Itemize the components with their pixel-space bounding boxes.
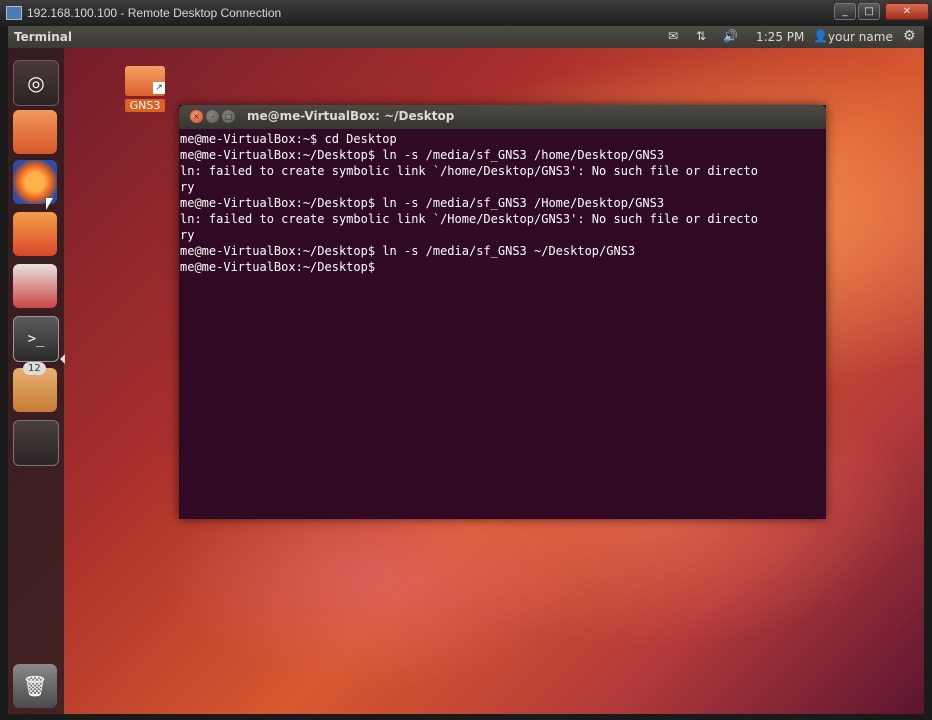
- terminal-launcher-icon[interactable]: >_: [13, 316, 59, 362]
- desktop-icon-label: GNS3: [125, 99, 165, 112]
- close-button[interactable]: ×: [190, 110, 203, 123]
- trash-can-icon: 🗑: [22, 674, 48, 698]
- network-icon[interactable]: ⇅: [696, 29, 706, 43]
- clock[interactable]: 1:25 PM: [756, 30, 804, 44]
- rdp-maximize-button[interactable]: □: [858, 3, 880, 20]
- active-app-indicator: [60, 354, 65, 364]
- software-center-icon[interactable]: [13, 212, 57, 256]
- mouse-cursor-icon: [46, 198, 53, 210]
- maximize-button[interactable]: □: [222, 110, 235, 123]
- volume-icon[interactable]: 🔊: [723, 29, 738, 43]
- terminal-line: me@me-VirtualBox:~$ cd Desktop: [180, 132, 397, 146]
- user-name[interactable]: your name: [828, 30, 893, 44]
- power-gear-icon[interactable]: ⚙: [903, 28, 916, 44]
- user-icon[interactable]: 👤: [813, 29, 828, 43]
- mail-icon[interactable]: ✉: [668, 29, 678, 43]
- active-app-name: Terminal: [14, 30, 73, 44]
- workspace-switcher-icon[interactable]: [13, 420, 59, 466]
- unity-launcher: ◎ >_ 12 🗑: [8, 48, 65, 714]
- terminal-line: ry: [180, 180, 195, 194]
- terminal-line: ln: failed to create symbolic link `/Hom…: [180, 212, 758, 226]
- system-settings-icon[interactable]: [13, 264, 57, 308]
- terminal-line: me@me-VirtualBox:~/Desktop$ ln -s /media…: [180, 244, 636, 258]
- remote-desktop-icon: [6, 6, 22, 20]
- desktop-gns3-link[interactable]: ↗ GNS3: [123, 66, 167, 118]
- trash-icon[interactable]: 🗑: [13, 664, 57, 708]
- terminal-line: ry: [180, 228, 195, 242]
- files-folder-icon[interactable]: [13, 110, 57, 154]
- terminal-output[interactable]: me@me-VirtualBox:~$ cd Desktop me@me-Vir…: [180, 131, 825, 517]
- terminal-line: me@me-VirtualBox:~/Desktop$ ln -s /media…: [180, 148, 665, 162]
- terminal-title-bar[interactable]: × – □ me@me-VirtualBox: ~/Desktop: [179, 105, 826, 129]
- terminal-prompt-line: me@me-VirtualBox:~/Desktop$: [180, 260, 376, 274]
- rdp-window-title: 192.168.100.100 - Remote Desktop Connect…: [27, 6, 282, 20]
- minimize-button[interactable]: –: [206, 110, 219, 123]
- folder-icon: ↗: [125, 66, 165, 96]
- symlink-arrow-icon: ↗: [153, 82, 165, 94]
- rdp-close-button[interactable]: ✕: [885, 3, 929, 20]
- terminal-window[interactable]: × – □ me@me-VirtualBox: ~/Desktop me@me-…: [179, 105, 826, 519]
- rdp-minimize-button[interactable]: _: [834, 3, 856, 20]
- dash-home-icon[interactable]: ◎: [13, 60, 59, 106]
- update-manager-icon[interactable]: 12: [13, 362, 57, 412]
- terminal-title: me@me-VirtualBox: ~/Desktop: [247, 109, 455, 123]
- terminal-prompt-icon: >_: [27, 331, 45, 347]
- rdp-title-bar: 192.168.100.100 - Remote Desktop Connect…: [0, 0, 932, 26]
- ubuntu-logo-icon: ◎: [27, 71, 45, 95]
- terminal-line: me@me-VirtualBox:~/Desktop$ ln -s /media…: [180, 196, 665, 210]
- update-count-badge: 12: [23, 362, 46, 375]
- remote-desktop: Terminal ✉ ⇅ 🔊 1:25 PM 👤 your name ⚙ ◎ >…: [8, 26, 924, 714]
- terminal-line: ln: failed to create symbolic link `/hom…: [180, 164, 758, 178]
- top-panel: Terminal ✉ ⇅ 🔊 1:25 PM 👤 your name ⚙: [8, 26, 924, 48]
